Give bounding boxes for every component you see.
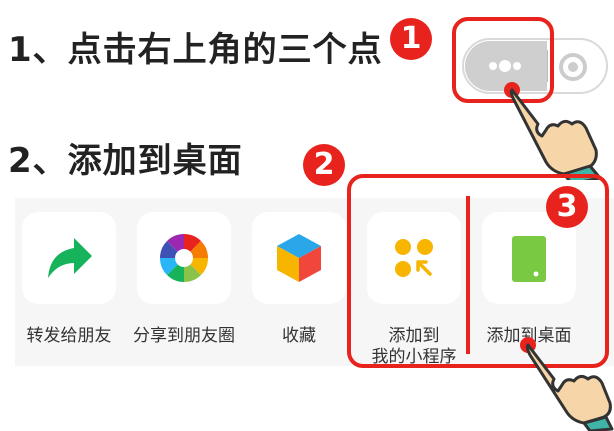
forward-to-friend-label: 转发给朋友 <box>26 326 112 346</box>
step-1-title: 1、点击右上角的三个点 <box>8 30 383 70</box>
favorites-button[interactable] <box>252 212 346 304</box>
share-to-moments-label: 分享到朋友圈 <box>133 326 235 346</box>
target-circle-icon[interactable] <box>556 50 590 84</box>
cube-icon <box>277 234 321 282</box>
step-3-badge: 3 <box>546 186 588 228</box>
step-1-badge: 1 <box>390 18 432 60</box>
step-2-badge: 2 <box>303 144 345 186</box>
step-2-highlight-divider <box>466 196 470 354</box>
camera-aperture-icon <box>159 233 209 283</box>
forward-to-friend-button[interactable] <box>22 212 116 304</box>
favorites-label: 收藏 <box>282 326 316 346</box>
share-arrow-icon <box>48 238 92 278</box>
pointing-hand-icon <box>520 337 614 431</box>
step-2-title: 2、添加到桌面 <box>8 141 243 181</box>
share-to-moments-button[interactable] <box>137 212 231 304</box>
pointing-hand-icon <box>504 82 602 180</box>
